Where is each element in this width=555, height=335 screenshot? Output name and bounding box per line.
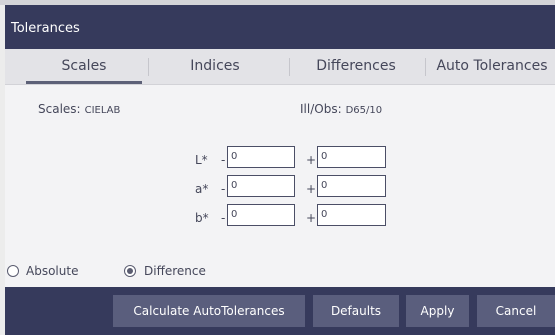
tab-separator [289, 58, 290, 76]
tab-indices-label: Indices [190, 58, 240, 74]
active-tab-indicator [26, 81, 142, 84]
minus-sign: - [221, 182, 226, 196]
l-plus-field[interactable]: 0 [317, 146, 386, 168]
difference-label: Difference [144, 264, 206, 278]
minus-sign: - [221, 153, 226, 167]
title-bar: Tolerances [5, 5, 555, 49]
defaults-button[interactable]: Defaults [313, 295, 399, 327]
tab-differences-label: Differences [316, 58, 396, 74]
radio-selected-dot [127, 268, 133, 274]
absolute-label: Absolute [26, 264, 79, 278]
plus-sign: + [306, 182, 317, 196]
button-bar: Calculate AutoTolerances Defaults Apply … [5, 287, 555, 335]
scales-label: Scales: [38, 102, 81, 116]
row-label-b: b* [195, 211, 209, 225]
b-minus-field[interactable]: 0 [227, 204, 295, 226]
scales-value: CIELAB [84, 105, 121, 116]
illobs-value: D65/10 [345, 105, 383, 116]
cancel-button[interactable]: Cancel [477, 295, 555, 327]
tab-scales[interactable]: Scales [26, 49, 142, 85]
row-label-l: L* [195, 153, 208, 167]
tab-indices[interactable]: Indices [155, 49, 275, 85]
scales-info: Scales: CIELAB [38, 102, 120, 116]
apply-button[interactable]: Apply [406, 295, 469, 327]
a-minus-field[interactable]: 0 [227, 175, 295, 197]
b-plus-field[interactable]: 0 [317, 204, 386, 226]
tab-separator [148, 58, 149, 76]
a-plus-field[interactable]: 0 [317, 175, 386, 197]
row-label-a: a* [195, 182, 209, 196]
tab-auto-tolerances[interactable]: Auto Tolerances [429, 49, 555, 85]
plus-sign: + [306, 153, 317, 167]
l-minus-field[interactable]: 0 [227, 146, 295, 168]
absolute-radio[interactable] [7, 265, 19, 277]
tab-separator [425, 58, 426, 76]
dialog-title: Tolerances [11, 21, 80, 36]
minus-sign: - [221, 211, 226, 225]
tab-differences[interactable]: Differences [297, 49, 415, 85]
plus-sign: + [306, 211, 317, 225]
tab-bar: Scales Indices Differences Auto Toleranc… [5, 49, 555, 85]
tab-scales-label: Scales [61, 58, 107, 74]
difference-radio[interactable] [124, 265, 136, 277]
calculate-autotolerances-button[interactable]: Calculate AutoTolerances [113, 295, 305, 327]
tolerances-dialog: Tolerances Scales Indices Differences Au… [5, 5, 555, 335]
illobs-info: Ill/Obs: D65/10 [300, 102, 382, 116]
tab-auto-tolerances-label: Auto Tolerances [436, 58, 548, 74]
illobs-label: Ill/Obs: [300, 102, 342, 116]
